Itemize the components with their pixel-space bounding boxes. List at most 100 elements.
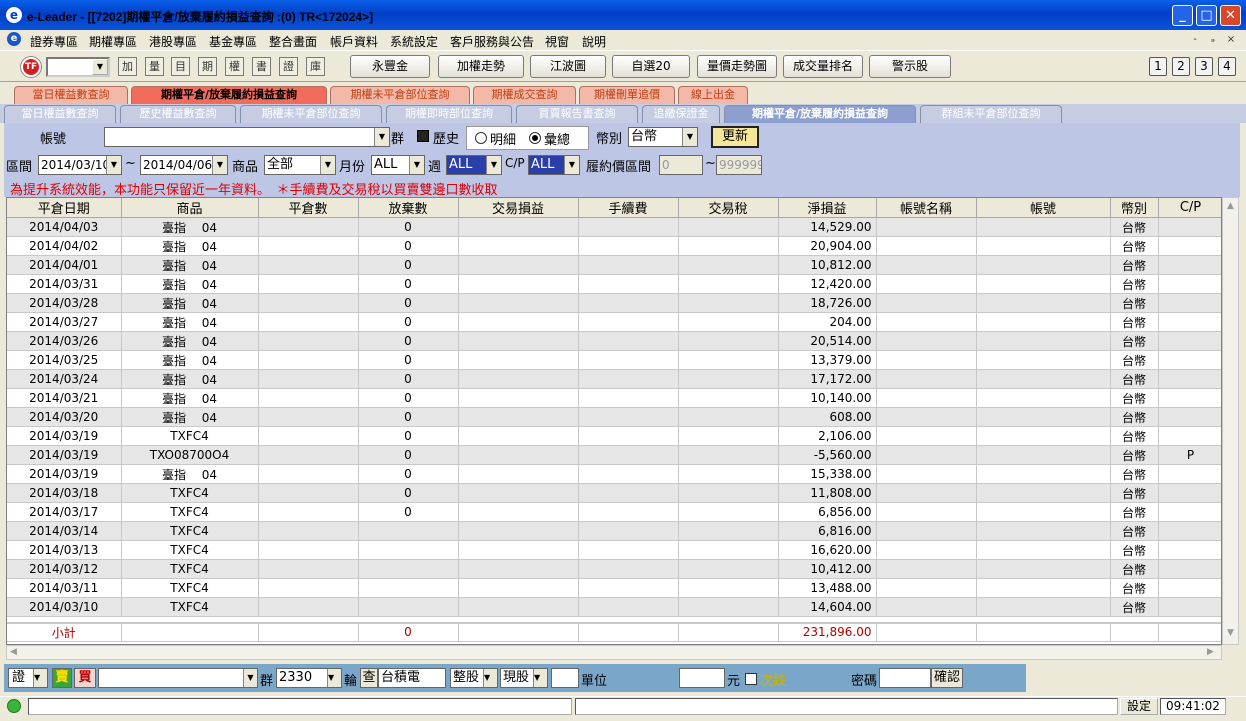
table-row[interactable]: 2014/04/03 臺指 04 0 14,529.00 台幣 <box>7 217 1221 237</box>
table-row[interactable]: 2014/03/13 TXFC4 16,620.00 台幣 <box>7 540 1221 560</box>
tab-pnl-query[interactable]: 期權平倉/放棄履約損益查詢 <box>131 86 327 105</box>
layout-button-1[interactable]: 1 <box>1149 57 1167 76</box>
table-row[interactable]: 2014/03/18 TXFC4 0 11,808.00 台幣 <box>7 483 1221 503</box>
quick-select-combo[interactable]: ▼ <box>46 57 110 77</box>
cp-select[interactable]: ALL ▼ <box>528 155 580 175</box>
close-button[interactable]: ✕ <box>1220 5 1241 26</box>
stock-code-input[interactable]: 2330 ▼ <box>276 668 342 688</box>
toolbar-button-watchlist20[interactable]: 自選20 <box>612 55 690 78</box>
vertical-scrollbar[interactable]: ▲ ▼ <box>1222 197 1239 645</box>
col-header-currency[interactable]: 幣別 <box>1110 198 1159 218</box>
layout-button-3[interactable]: 3 <box>1195 57 1213 76</box>
menu-system-settings[interactable]: 系統設定 <box>390 33 438 50</box>
price-input[interactable] <box>679 668 725 688</box>
sell-button[interactable]: 賣 <box>52 668 72 688</box>
menu-help[interactable]: 說明 <box>582 33 606 50</box>
table-row[interactable]: 2014/03/28 臺指 04 0 18,726.00 台幣 <box>7 293 1221 313</box>
toolbar-volume-icon[interactable]: 量 <box>145 57 164 76</box>
strike-from-input[interactable]: 0 <box>659 155 703 175</box>
currency-select[interactable]: 台幣 ▼ <box>628 127 698 147</box>
quantity-input[interactable] <box>551 668 579 688</box>
tab2-trade-report[interactable]: 買賣報告書查詢 <box>516 105 638 123</box>
tab-cancel-chase[interactable]: 期權刪單追價 <box>579 86 675 104</box>
broker-logo-icon[interactable]: TF <box>21 57 41 77</box>
toolbar-button-weighted-trend[interactable]: 加權走勢 <box>438 55 524 78</box>
detail-radio[interactable] <box>475 132 487 144</box>
col-header-cp[interactable]: C/P <box>1158 198 1221 218</box>
scroll-down-icon[interactable]: ▼ <box>1227 628 1234 638</box>
col-header-close-qty[interactable]: 平倉數 <box>258 198 359 218</box>
table-row[interactable]: 2014/03/31 臺指 04 0 12,420.00 台幣 <box>7 274 1221 294</box>
toolbar-button-wave-chart[interactable]: 江波圖 <box>530 55 606 78</box>
table-row[interactable]: 2014/03/25 臺指 04 0 13,379.00 台幣 <box>7 350 1221 370</box>
week-select[interactable]: ALL ▼ <box>446 155 502 175</box>
tab-trade-query[interactable]: 期權成交查詢 <box>473 86 576 104</box>
product-select[interactable]: 全部 ▼ <box>264 155 336 175</box>
layout-button-2[interactable]: 2 <box>1172 57 1190 76</box>
mdi-close-button[interactable]: × <box>1224 33 1238 47</box>
table-row[interactable]: 2014/03/27 臺指 04 0 204.00 台幣 <box>7 312 1221 332</box>
table-row[interactable]: 2014/03/24 臺指 04 0 17,172.00 台幣 <box>7 369 1221 389</box>
col-header-fee[interactable]: 手續費 <box>578 198 679 218</box>
maximize-button[interactable]: □ <box>1196 5 1217 26</box>
confirm-button[interactable]: 確認 <box>931 668 963 688</box>
settings-button[interactable]: 設定 <box>1120 698 1158 715</box>
col-header-date[interactable]: 平倉日期 <box>7 198 122 218</box>
toolbar-button-volume-price[interactable]: 量價走勢圖 <box>697 55 777 78</box>
tab2-daily-equity[interactable]: 當日權益數查詢 <box>4 105 116 123</box>
minimize-button[interactable]: _ <box>1172 5 1193 26</box>
toolbar-futures-icon[interactable]: 期 <box>198 57 217 76</box>
layout-button-4[interactable]: 4 <box>1218 57 1236 76</box>
menu-customer-service[interactable]: 客戶服務與公告 <box>450 33 534 50</box>
menu-securities[interactable]: 證券專區 <box>30 33 78 50</box>
table-row[interactable]: 2014/03/26 臺指 04 0 20,514.00 台幣 <box>7 331 1221 351</box>
toolbar-book-icon[interactable]: 書 <box>252 57 271 76</box>
mdi-restore-button[interactable]: ₔ <box>1206 33 1220 47</box>
col-header-account-name[interactable]: 帳號名稱 <box>876 198 977 218</box>
tab2-open-positions[interactable]: 期權未平倉部位查詢 <box>240 105 382 123</box>
tab2-group-positions[interactable]: 群組未平倉部位查詢 <box>920 105 1062 123</box>
month-select[interactable]: ALL ▼ <box>371 155 425 175</box>
tab-open-positions[interactable]: 期權未平倉部位查詢 <box>330 86 470 104</box>
col-header-tax[interactable]: 交易稅 <box>678 198 779 218</box>
app-menu-icon[interactable]: e <box>7 32 21 46</box>
menu-window[interactable]: 視窗 <box>545 33 569 50</box>
account-order-select[interactable]: ▼ <box>98 668 258 688</box>
col-header-trade-pnl[interactable]: 交易損益 <box>458 198 579 218</box>
summary-radio[interactable] <box>529 132 541 144</box>
col-header-net-pnl[interactable]: 淨損益 <box>778 198 877 218</box>
toolbar-options-icon[interactable]: 權 <box>225 57 244 76</box>
table-row[interactable]: 2014/03/11 TXFC4 13,488.00 台幣 <box>7 578 1221 598</box>
lot-type-select[interactable]: 整股 ▼ <box>450 668 498 688</box>
tab2-realtime-positions[interactable]: 期權即時部位查詢 <box>386 105 512 123</box>
scroll-up-icon[interactable]: ▲ <box>1227 201 1234 211</box>
table-row[interactable]: 2014/04/02 臺指 04 0 20,904.00 台幣 <box>7 236 1221 256</box>
account-select[interactable]: ▼ <box>104 127 390 147</box>
tab-withdraw[interactable]: 線上出金 <box>678 86 748 104</box>
mdi-minimize-button[interactable]: - <box>1188 33 1202 47</box>
toolbar-list-icon[interactable]: 目 <box>171 57 190 76</box>
tab2-pnl-query[interactable]: 期權平倉/放棄履約損益查詢 <box>724 105 916 123</box>
horizontal-scrollbar[interactable]: ◀ ▶ <box>6 645 1222 660</box>
table-row[interactable]: 2014/03/19 TXO08700O4 0 -5,560.00 台幣 P <box>7 445 1221 465</box>
toolbar-certificate-icon[interactable]: 證 <box>279 57 298 76</box>
col-header-product[interactable]: 商品 <box>121 198 259 218</box>
table-row[interactable]: 2014/03/12 TXFC4 10,412.00 台幣 <box>7 559 1221 579</box>
table-row[interactable]: 2014/03/10 TXFC4 14,604.00 台幣 <box>7 597 1221 617</box>
col-header-giveup-qty[interactable]: 放棄數 <box>358 198 459 218</box>
table-row[interactable]: 2014/03/20 臺指 04 0 608.00 台幣 <box>7 407 1221 427</box>
trade-type-select[interactable]: 現股 ▼ <box>500 668 548 688</box>
menu-integrated-view[interactable]: 整合畫面 <box>269 33 317 50</box>
toolbar-add-icon[interactable]: 加 <box>118 57 137 76</box>
table-row[interactable]: 2014/03/21 臺指 04 0 10,140.00 台幣 <box>7 388 1221 408</box>
buy-button[interactable]: 買 <box>74 668 96 688</box>
table-row[interactable]: 2014/03/14 TXFC4 6,816.00 台幣 <box>7 521 1221 541</box>
toolbar-button-volume-rank[interactable]: 成交量排名 <box>783 55 863 78</box>
query-button[interactable]: 查 <box>360 668 378 688</box>
date-to-select[interactable]: 2014/04/06 ▼ <box>140 155 228 175</box>
tab2-history-equity[interactable]: 歷史權益數查詢 <box>120 105 236 123</box>
market-select[interactable]: 證 ▼ <box>8 668 48 688</box>
menu-account-data[interactable]: 帳戶資料 <box>330 33 378 50</box>
table-row[interactable]: 2014/03/19 TXFC4 0 2,106.00 台幣 <box>7 426 1221 446</box>
toolbar-button-alert-stocks[interactable]: 警示股 <box>869 55 951 78</box>
